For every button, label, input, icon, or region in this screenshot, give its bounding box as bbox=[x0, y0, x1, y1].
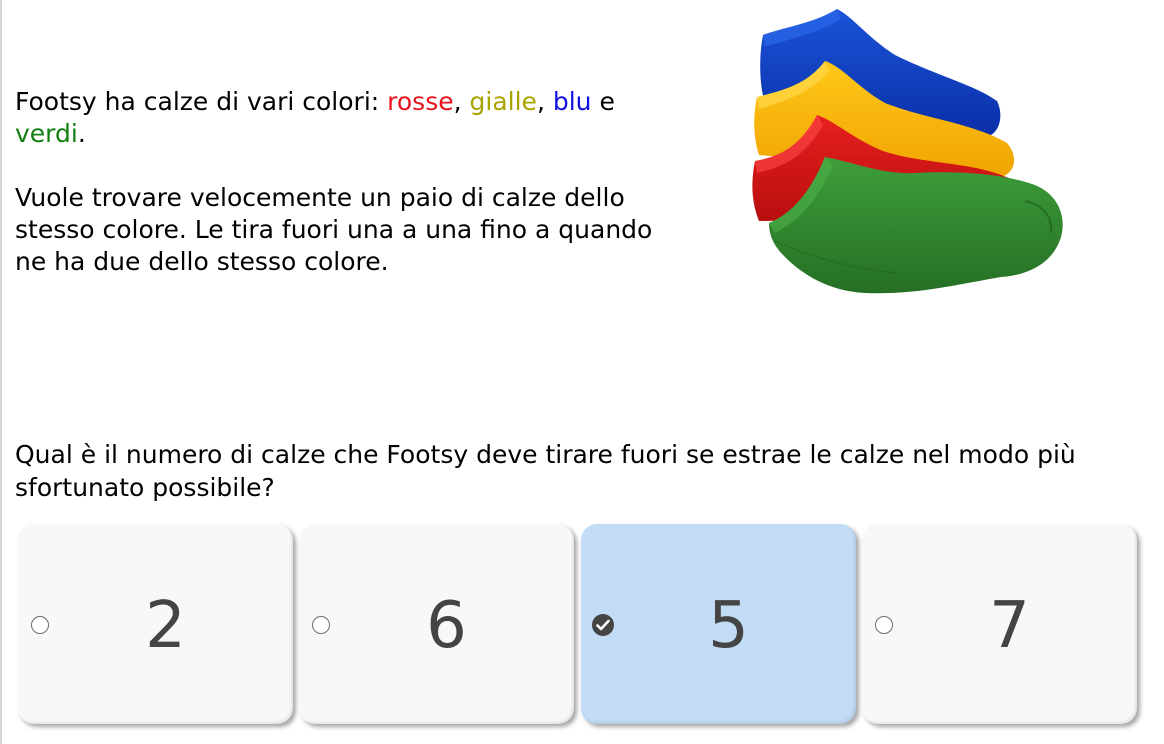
answer-value: 7 bbox=[989, 589, 1030, 663]
answer-value: 6 bbox=[426, 589, 467, 663]
intro-paragraph-colors: Footsy ha calze di vari colori: rosse, g… bbox=[15, 86, 675, 150]
intro-lead-text: Footsy ha calze di vari colori: bbox=[15, 87, 388, 116]
answer-value: 2 bbox=[145, 589, 186, 663]
intro-paragraph-task: Vuole trovare velocemente un paio di cal… bbox=[15, 183, 653, 276]
answer-value: 5 bbox=[708, 589, 749, 663]
socks-illustration bbox=[752, 9, 1063, 294]
answer-option-1[interactable]: 2 bbox=[18, 524, 293, 724]
page-left-border bbox=[0, 0, 2, 744]
color-word-blue: blu bbox=[552, 87, 592, 116]
answer-option-2[interactable]: 6 bbox=[299, 524, 574, 724]
question-text: Qual è il numero di calze che Footsy dev… bbox=[15, 440, 1076, 502]
intro-separator: , bbox=[453, 87, 470, 116]
answer-option-3[interactable]: 5 bbox=[581, 524, 856, 724]
answer-option-4[interactable]: 7 bbox=[862, 524, 1137, 724]
color-word-yellow: gialle bbox=[469, 87, 537, 116]
color-word-red: rosse bbox=[387, 87, 454, 116]
intro-period: . bbox=[77, 119, 86, 148]
answer-options: 2 6 5 7 bbox=[18, 524, 1138, 726]
intro-separator: , bbox=[536, 87, 553, 116]
color-word-green: verdi bbox=[15, 119, 78, 148]
intro-conjunction: e bbox=[591, 87, 615, 116]
intro-text: Footsy ha calze di vari colori: rosse, g… bbox=[15, 86, 675, 278]
